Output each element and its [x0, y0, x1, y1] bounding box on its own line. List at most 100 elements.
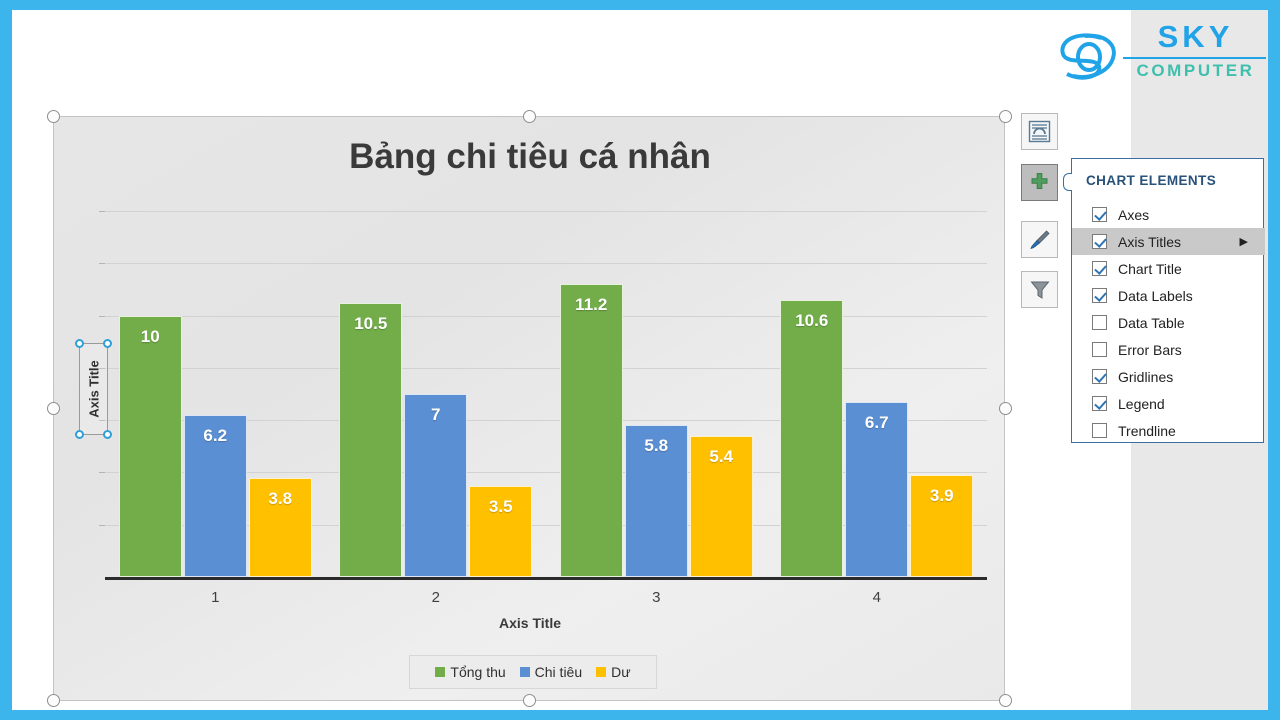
resize-handle-top-left[interactable]	[75, 339, 84, 348]
bar-tổng-thu-3[interactable]: 11.2	[559, 284, 623, 577]
data-label: 11.2	[575, 295, 608, 315]
chart-element-label: Data Table	[1118, 314, 1185, 331]
chart-title[interactable]: Bảng chi tiêu cá nhân	[54, 137, 1006, 177]
chart-element-row-legend[interactable]: Legend	[1072, 390, 1265, 417]
checkbox-axis-titles[interactable]	[1092, 234, 1107, 249]
chart-handle-middle-right[interactable]	[999, 402, 1012, 415]
bar-chi-tiêu-2[interactable]: 7	[404, 394, 468, 577]
logo-secondary-text: COMPUTER	[1136, 61, 1255, 80]
chart-element-label: Axes	[1118, 206, 1150, 223]
data-label: 6.2	[203, 425, 228, 445]
checkbox-data-labels[interactable]	[1092, 288, 1107, 303]
checkbox-axes[interactable]	[1092, 207, 1107, 222]
legend-item-chi-tiêu[interactable]: Chi tiêu	[519, 664, 583, 680]
legend-swatch	[519, 667, 530, 677]
chart-element-label: Trendline	[1118, 422, 1176, 439]
chart-element-label: Gridlines	[1118, 368, 1174, 385]
resize-handle-bottom-right[interactable]	[103, 430, 112, 439]
checkbox-trendline[interactable]	[1092, 423, 1107, 438]
chart-element-row-data-labels[interactable]: Data Labels	[1072, 282, 1265, 309]
category-axis-title[interactable]: Axis Title	[54, 615, 1006, 631]
checkbox-gridlines[interactable]	[1092, 369, 1107, 384]
plot-area[interactable]: 10 6.2 3.8 10.5 7 3.5 11.2 5.8 5.4 10.6 6.7 3.9	[99, 211, 987, 577]
gridline	[105, 263, 987, 265]
chart-element-label: Data Labels	[1118, 287, 1193, 304]
chart-handle-top-right[interactable]	[999, 110, 1012, 123]
sky-logo-mark	[1060, 33, 1116, 80]
gridline	[105, 315, 987, 317]
gridline	[105, 367, 987, 369]
bar-chi-tiêu-3[interactable]: 5.8	[624, 425, 688, 577]
chart-legend[interactable]: Tổng thu Chi tiêu Dư	[409, 655, 657, 689]
chart-layout-options-button[interactable]	[1021, 113, 1058, 150]
axis-tick	[99, 472, 105, 474]
axis-tick	[99, 263, 105, 265]
value-axis-title-box[interactable]: Axis Title	[79, 343, 108, 435]
checkbox-error-bars[interactable]	[1092, 342, 1107, 357]
slide-frame: SKY COMPUTER Bảng chi tiêu cá nhân 10 6.2…	[0, 0, 1280, 720]
chart-styles-button[interactable]	[1021, 221, 1058, 258]
chart-element-row-axis-titles[interactable]: Axis Titles ▶	[1072, 228, 1265, 255]
legend-item-tổng-thu[interactable]: Tổng thu	[435, 664, 506, 680]
data-label: 3.8	[268, 488, 293, 508]
chart-element-row-trendline[interactable]: Trendline	[1072, 417, 1265, 444]
chart-handle-top-center[interactable]	[523, 110, 536, 123]
bar-tổng-thu-4[interactable]: 10.6	[780, 299, 844, 577]
data-label: 10.6	[795, 310, 829, 330]
chart-handle-bottom-right[interactable]	[999, 694, 1012, 707]
data-label: 10	[140, 326, 160, 346]
data-label: 7	[431, 405, 441, 424]
value-axis-title-label: Axis Title	[86, 360, 101, 418]
bar-tổng-thu-2[interactable]: 10.5	[339, 302, 403, 577]
bar-dư-3[interactable]: 5.4	[689, 435, 753, 577]
chart-element-row-error-bars[interactable]: Error Bars	[1072, 336, 1265, 363]
bar-chi-tiêu-4[interactable]: 6.7	[845, 401, 909, 577]
chart-element-label: Chart Title	[1118, 260, 1182, 277]
chart-handle-bottom-left[interactable]	[47, 694, 60, 707]
panel-title: CHART ELEMENTS	[1086, 173, 1217, 188]
paintbrush-icon	[1030, 230, 1050, 250]
chart-filters-button[interactable]	[1021, 271, 1058, 308]
chart-elements-button[interactable]	[1021, 164, 1058, 201]
chart-element-row-axes[interactable]: Axes	[1072, 201, 1265, 228]
data-label: 3.5	[488, 496, 513, 516]
axis-tick	[99, 315, 105, 317]
bar-tổng-thu-1[interactable]: 10	[118, 315, 182, 577]
sky-computer-logo: SKY COMPUTER	[1055, 18, 1266, 96]
bar-chi-tiêu-1[interactable]: 6.2	[183, 414, 247, 577]
value-axis-title-selected[interactable]: Axis Title	[75, 339, 112, 439]
bar-dư-4[interactable]: 3.9	[910, 475, 974, 577]
data-label: 10.5	[354, 313, 388, 333]
legend-label: Chi tiêu	[534, 664, 583, 680]
chart-element-row-gridlines[interactable]: Gridlines	[1072, 363, 1265, 390]
layout-options-icon	[1028, 120, 1051, 143]
bar-dư-2[interactable]: 3.5	[469, 485, 533, 577]
chart-handle-top-left[interactable]	[47, 110, 60, 123]
axis-tick	[99, 211, 105, 212]
chart-element-row-chart-title[interactable]: Chart Title	[1072, 255, 1265, 282]
resize-handle-bottom-left[interactable]	[75, 430, 84, 439]
checkbox-legend[interactable]	[1092, 396, 1107, 411]
legend-swatch	[596, 667, 607, 677]
checkbox-data-table[interactable]	[1092, 315, 1107, 330]
panel-callout-pointer	[1063, 173, 1072, 191]
category-label-2: 2	[431, 589, 440, 606]
chart-element-row-data-table[interactable]: Data Table	[1072, 309, 1265, 336]
category-label-4: 4	[872, 589, 881, 606]
chart-element-label: Axis Titles	[1118, 233, 1182, 250]
data-label: 3.9	[929, 486, 954, 506]
category-label-1: 1	[211, 589, 220, 606]
resize-handle-top-right[interactable]	[103, 339, 112, 348]
bar-dư-1[interactable]: 3.8	[248, 477, 312, 577]
chart-handle-bottom-center[interactable]	[523, 694, 536, 707]
chart-elements-list[interactable]: Axes Axis Titles ▶ Chart Title Data Labels Da…	[1072, 201, 1265, 444]
chart-handle-middle-left[interactable]	[47, 402, 60, 415]
chevron-right-icon[interactable]: ▶	[1240, 235, 1248, 248]
gridline	[105, 211, 987, 212]
legend-item-dư[interactable]: Dư	[596, 664, 631, 680]
chart-object[interactable]: Bảng chi tiêu cá nhân 10 6.2 3.8 10.5 7 3.5 11…	[47, 110, 1012, 707]
chart-elements-panel[interactable]: CHART ELEMENTS Axes Axis Titles ▶ Chart Tit…	[1063, 158, 1265, 444]
plus-icon	[1031, 173, 1048, 189]
checkbox-chart-title[interactable]	[1092, 261, 1107, 276]
chart-element-label: Error Bars	[1118, 341, 1182, 358]
